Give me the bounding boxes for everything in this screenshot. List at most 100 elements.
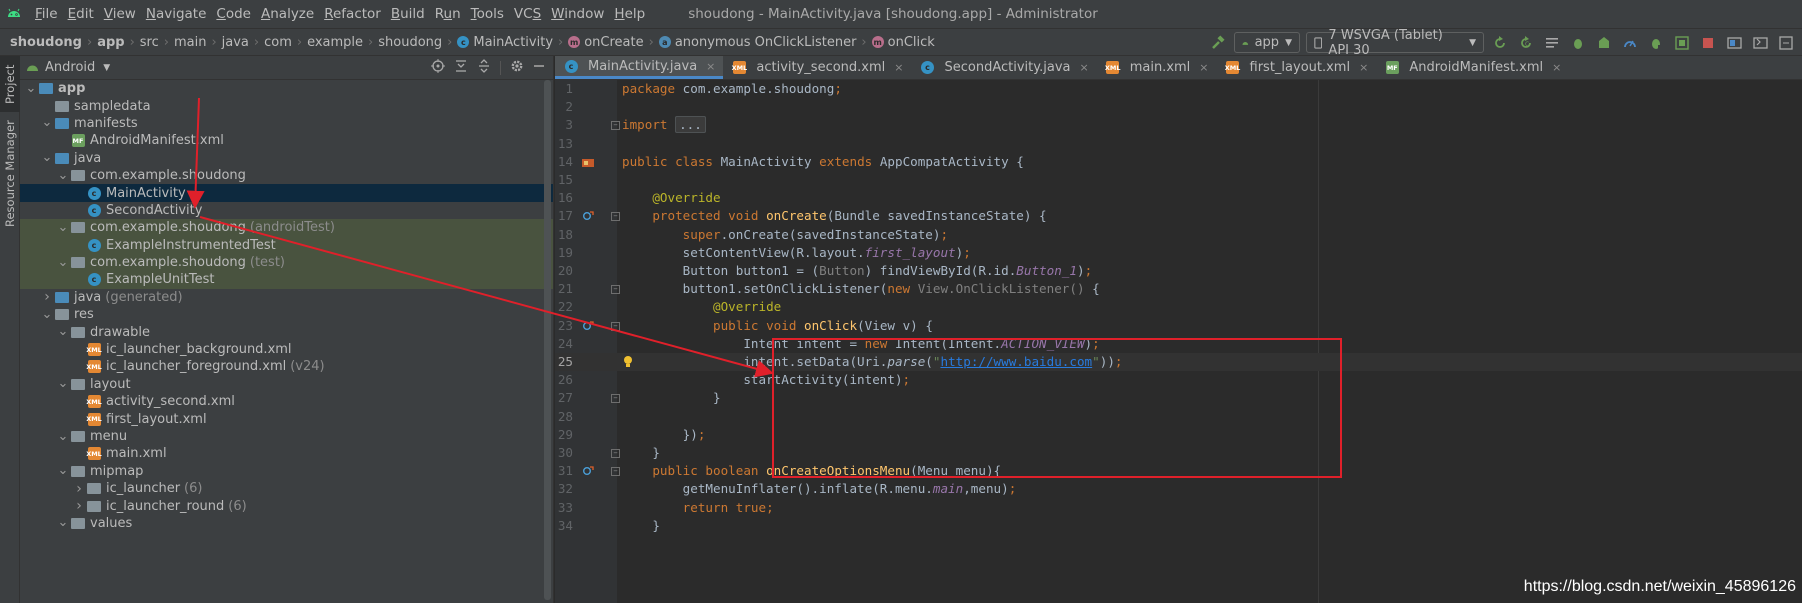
code-line[interactable]: 25 intent.setData(Uri.parse("http://www.… [555,353,1802,372]
tree-item[interactable]: sampledata [20,97,553,114]
coverage-icon[interactable] [1594,33,1614,53]
breadcrumb-item[interactable]: m onClick [871,35,935,50]
tree-item[interactable]: XML main.xml [20,445,553,462]
android-activity-marker-icon[interactable] [581,155,595,169]
chevron-down-icon[interactable]: ⌄ [56,430,70,443]
breadcrumb-item[interactable]: src [140,35,159,50]
breadcrumb-item[interactable]: shoudong [378,35,442,50]
code-line[interactable]: 27 − } [555,389,1802,407]
more-tools-icon[interactable] [1776,33,1796,53]
code-line[interactable]: 22 @Override [555,298,1802,316]
menu-code[interactable]: Code [211,6,256,22]
tree-item[interactable]: ⌄ com.example.shoudong (androidTest) [20,219,553,237]
editor-tab[interactable]: XML activity_second.xml × [723,56,911,79]
menu-build[interactable]: Build [386,6,430,22]
code-area[interactable]: 1 package com.example.shoudong; 2 3− import … [555,80,1802,603]
tree-item[interactable]: ⌄ manifests [20,115,553,132]
collapse-all-icon[interactable] [477,58,491,77]
tree-item[interactable]: c ExampleInstrumentedTest [20,236,553,254]
chevron-down-icon[interactable]: ⌄ [56,516,70,529]
code-line[interactable]: 32 getMenuInflater().inflate(R.menu.main… [555,480,1802,498]
menu-view[interactable]: View [99,6,141,22]
menu-help[interactable]: Help [609,6,650,22]
tree-item[interactable]: › ic_launcher (6) [20,480,553,497]
tree-item[interactable]: ⌄ menu [20,428,553,445]
minimize-icon[interactable] [533,60,545,76]
expand-all-icon[interactable] [454,59,468,77]
code-line[interactable]: 2 [555,98,1802,116]
code-line[interactable]: 28 [555,408,1802,426]
project-scrollbar[interactable] [544,80,551,603]
sdk-manager-icon[interactable] [1750,33,1770,53]
run-list-icon[interactable] [1542,33,1562,53]
editor-tab[interactable]: XML main.xml × [1097,56,1217,79]
code-line[interactable]: 26 startActivity(intent); [555,371,1802,389]
tree-item[interactable]: ⌄ app [20,80,553,97]
close-icon[interactable]: × [706,60,715,73]
tree-item[interactable]: ⌄ values [20,515,553,532]
code-line[interactable]: 21 − button1.setOnClickListener(new View.… [555,280,1802,298]
breadcrumb-item[interactable]: c MainActivity [457,35,553,50]
code-line[interactable]: 17 − protected void onCreate(Bundle saved… [555,207,1802,225]
chevron-down-icon[interactable]: ▼ [103,63,110,73]
menu-vcs[interactable]: VCS [509,6,546,22]
tree-item[interactable]: XML ic_launcher_background.xml [20,341,553,358]
apply-changes-restart-icon[interactable] [1490,33,1510,53]
device-manager-icon[interactable] [1724,33,1744,53]
layout-inspector-icon[interactable] [1672,33,1692,53]
editor-tab[interactable]: c SecondActivity.java × [912,56,1097,79]
tree-item[interactable]: ⌄ res [20,306,553,323]
close-icon[interactable]: × [1199,61,1208,74]
tree-item[interactable]: c ExampleUnitTest [20,271,553,289]
code-line[interactable]: 20 Button button1 = (Button) findViewByI… [555,262,1802,280]
fold-toggle-icon[interactable]: − [611,285,620,295]
menu-file[interactable]: File [30,6,63,22]
breadcrumb-item[interactable]: app [97,35,124,50]
code-line[interactable]: 18 super.onCreate(savedInstanceState); [555,226,1802,244]
tree-item[interactable]: ⌄ com.example.shoudong (test) [20,253,553,272]
fold-toggle-icon[interactable]: − [611,449,620,458]
code-line[interactable]: 29 }); [555,426,1802,444]
close-icon[interactable]: × [1552,61,1561,74]
code-line[interactable]: 19 setContentView(R.layout.first_layout)… [555,244,1802,262]
code-line[interactable]: 15 [555,171,1802,189]
breadcrumb-item[interactable]: a anonymous OnClickListener [658,35,856,50]
menu-navigate[interactable]: Navigate [141,6,212,22]
chevron-down-icon[interactable]: ⌄ [56,221,70,234]
editor-tab[interactable]: XML first_layout.xml × [1217,56,1377,79]
chevron-down-icon[interactable]: ⌄ [24,82,38,95]
tree-item[interactable]: c SecondActivity [20,202,553,219]
code-line[interactable]: 23 − public void onClick(View v) { [555,317,1802,335]
fold-toggle-icon[interactable]: − [611,212,620,222]
resource-manager-tool-tab[interactable]: Resource Manager [0,118,20,230]
override-marker-icon[interactable] [581,464,595,478]
override-marker-icon[interactable] [581,319,595,333]
chevron-down-icon[interactable]: ⌄ [56,256,70,269]
menu-edit[interactable]: Edit [63,6,99,22]
tree-item[interactable]: ⌄ layout [20,376,553,393]
override-marker-icon[interactable] [581,209,595,223]
tree-item[interactable]: XML first_layout.xml [20,410,553,427]
chevron-right-icon[interactable]: › [40,289,54,305]
chevron-down-icon[interactable]: ⌄ [56,169,70,182]
chevron-down-icon[interactable]: ⌄ [40,116,54,129]
menu-window[interactable]: Window [546,6,609,22]
menu-run[interactable]: Run [430,6,466,22]
code-line[interactable]: 14 public class MainActivity extends AppC… [555,153,1802,171]
code-line[interactable]: 30 − } [555,444,1802,462]
tree-item[interactable]: ⌄ com.example.shoudong [20,167,553,184]
menu-refactor[interactable]: Refactor [319,6,386,22]
tree-item[interactable]: XML activity_second.xml [20,393,553,410]
code-line[interactable]: 16 @Override [555,189,1802,207]
debug-icon[interactable] [1568,33,1588,53]
apply-code-changes-icon[interactable]: C [1516,33,1536,53]
close-icon[interactable]: × [1359,61,1368,74]
fold-toggle-icon[interactable]: − [611,321,620,331]
project-view-selector[interactable]: Android [45,60,95,75]
breadcrumb-item[interactable]: example [307,35,363,50]
code-line[interactable]: 13 [555,135,1802,153]
code-line[interactable]: 24 Intent intent = new Intent(Intent.ACT… [555,335,1802,353]
chevron-right-icon[interactable]: › [72,481,86,497]
chevron-down-icon[interactable]: ⌄ [56,377,70,390]
fold-toggle-icon[interactable]: − [611,121,620,131]
